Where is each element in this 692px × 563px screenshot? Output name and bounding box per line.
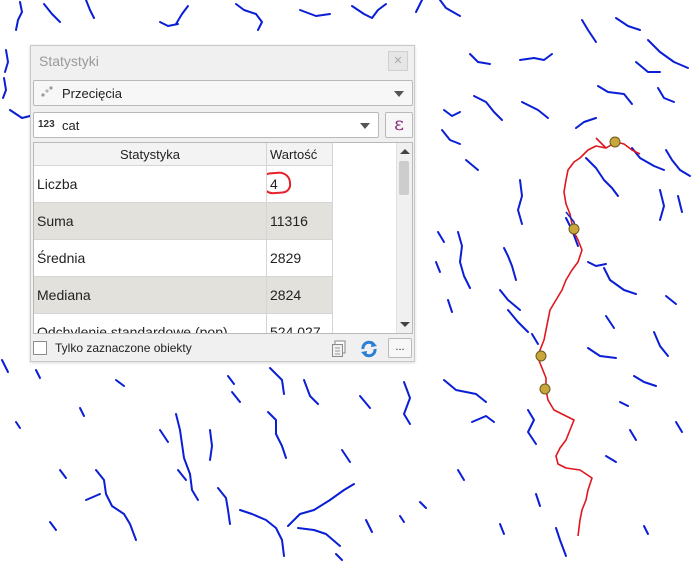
column-header-statistic[interactable]: Statystyka bbox=[34, 143, 267, 166]
statistic-name: Liczba bbox=[34, 165, 267, 203]
panel-footer: Tylko zaznaczone obiekty ... bbox=[31, 338, 414, 362]
chevron-down-icon bbox=[360, 123, 370, 129]
table-row[interactable]: Średnia 2829 bbox=[34, 239, 333, 277]
copy-icon[interactable] bbox=[331, 340, 347, 358]
scrollbar-thumb[interactable] bbox=[399, 161, 409, 195]
statistic-value: 4 bbox=[266, 165, 333, 203]
refresh-icon[interactable] bbox=[359, 339, 379, 359]
chevron-down-icon bbox=[394, 91, 404, 97]
intersection-point bbox=[535, 350, 547, 362]
layer-select[interactable]: Przecięcia bbox=[33, 80, 413, 106]
intersection-point bbox=[539, 383, 551, 395]
field-select[interactable]: 123 cat bbox=[33, 112, 379, 138]
statistic-value: 2829 bbox=[266, 239, 333, 277]
scroll-up-icon[interactable] bbox=[400, 149, 410, 154]
statistic-name: Mediana bbox=[34, 276, 267, 314]
numeric-field-icon: 123 bbox=[38, 119, 55, 130]
vertical-scrollbar[interactable] bbox=[396, 143, 412, 333]
statistic-value: 524.027 bbox=[266, 313, 333, 333]
more-options-label: ... bbox=[395, 341, 405, 353]
selected-only-checkbox[interactable] bbox=[33, 341, 47, 355]
statistic-value: 11316 bbox=[266, 202, 333, 240]
panel-titlebar[interactable]: Statystyki ✕ bbox=[31, 46, 414, 76]
panel-title: Statystyki bbox=[39, 53, 99, 69]
layer-name: Przecięcia bbox=[62, 86, 122, 101]
close-icon: ✕ bbox=[393, 55, 403, 67]
column-header-value[interactable]: Wartość bbox=[266, 143, 333, 166]
table-header-row: Statystyka Wartość bbox=[34, 143, 333, 166]
statistic-value: 2824 bbox=[266, 276, 333, 314]
expression-button[interactable]: ε bbox=[385, 112, 413, 138]
statistic-name: Odchylenie standardowe (pop) bbox=[34, 313, 267, 333]
intersection-point bbox=[609, 136, 621, 148]
epsilon-icon: ε bbox=[394, 113, 404, 135]
table-row[interactable]: Odchylenie standardowe (pop) 524.027 bbox=[34, 313, 333, 333]
table-row[interactable]: Liczba 4 bbox=[34, 165, 333, 203]
selected-only-label[interactable]: Tylko zaznaczone obiekty bbox=[55, 341, 192, 355]
table-row[interactable]: Mediana 2824 bbox=[34, 276, 333, 314]
intersection-point bbox=[568, 223, 580, 235]
statistic-name: Średnia bbox=[34, 239, 267, 277]
point-layer-icon bbox=[41, 86, 53, 97]
intersection-points bbox=[535, 136, 621, 395]
field-name: cat bbox=[62, 118, 80, 133]
statistic-name: Suma bbox=[34, 202, 267, 240]
statistics-panel: Statystyki ✕ Przecięcia 123 cat ε Statys… bbox=[30, 45, 415, 362]
more-options-button[interactable]: ... bbox=[388, 338, 412, 358]
red-circle-annotation bbox=[266, 170, 292, 196]
table-row[interactable]: Suma 11316 bbox=[34, 202, 333, 240]
scroll-down-icon[interactable] bbox=[400, 322, 410, 327]
selected-river bbox=[537, 137, 641, 537]
statistics-table: Statystyka Wartość Liczba 4 Suma 11316 Ś… bbox=[33, 142, 413, 334]
close-button[interactable]: ✕ bbox=[388, 51, 408, 71]
